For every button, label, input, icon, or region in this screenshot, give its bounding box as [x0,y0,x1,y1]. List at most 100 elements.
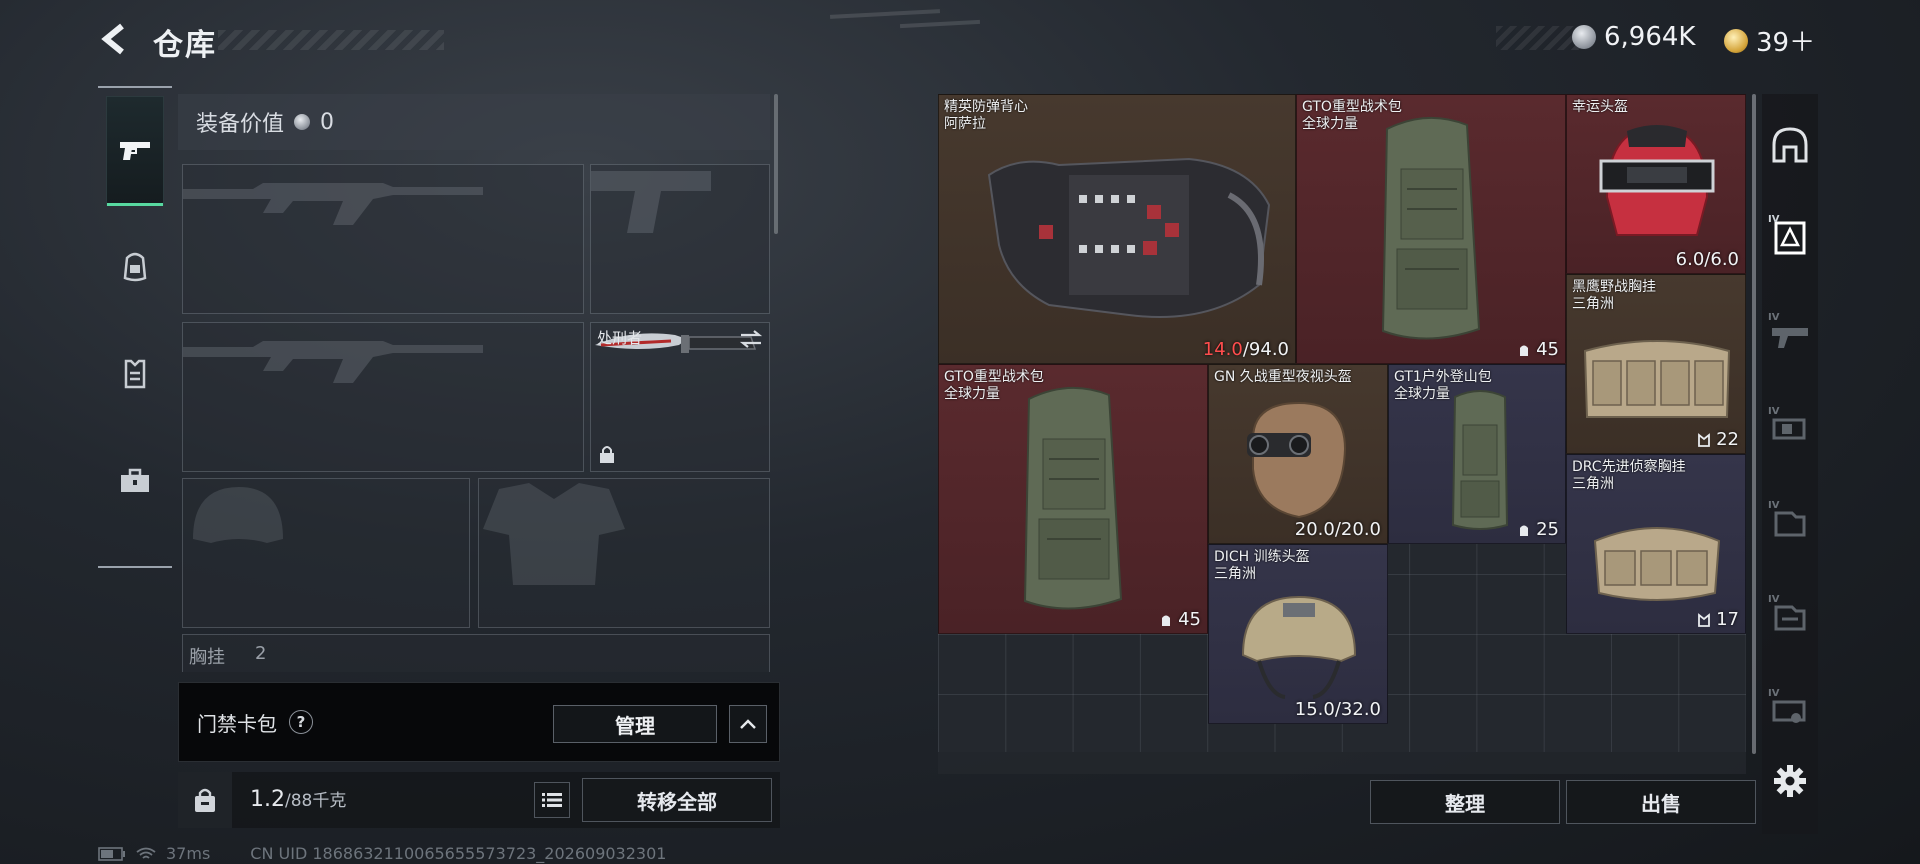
item-name-line1: GT1户外登山包 [1394,369,1492,385]
stash-item-night-vision-helmet[interactable]: GN 久战重型夜视头盔 20.0/20.0 [1208,364,1388,544]
item-durability: 15.0/32.0 [1294,699,1381,720]
stash-item-lucky-helmet[interactable]: 幸运头盔 6.0/6.0 [1566,94,1746,274]
melee-slot-label: 处刑者 [597,329,643,347]
gold-currency[interactable]: 39＋ [1724,22,1815,59]
weight-readout: 1.2/88千克 [250,786,346,812]
item-name-line1: GTO重型战术包 [1302,99,1402,115]
weight-max: /88千克 [285,791,347,811]
tab-attachment-filter[interactable]: IV [1762,394,1818,464]
gold-coin-icon [1724,28,1748,53]
helmet-icon [1599,125,1715,236]
helmet-slot[interactable] [182,478,470,628]
help-icon[interactable]: ? [289,710,313,734]
page-title: 仓库 [153,28,217,63]
tier-label: IV [1768,214,1780,225]
manage-button[interactable]: 管理 [553,705,717,743]
capacity-value: 22 [1716,429,1739,450]
item-name: DICH 训练头盔 三角洲 [1214,549,1310,583]
item-name: GTO重型战术包 全球力量 [1302,99,1402,133]
pistol-silhouette-icon [591,171,711,233]
chevron-up-icon [740,719,756,729]
capacity-icon [1520,525,1529,536]
body-armor-icon [987,157,1271,318]
item-name-line2: 全球力量 [1394,386,1450,402]
background-streak [899,19,981,29]
rifle-silhouette-icon [183,341,483,383]
helmet-icon [1241,595,1357,699]
tab-misc-filter[interactable]: IV [1762,676,1818,746]
stash-item-elite-vest[interactable]: 精英防弹背心 阿萨拉 14.0/94.0 [938,94,1296,364]
expand-collapse-button[interactable] [729,705,767,743]
list-view-button[interactable] [534,782,570,818]
tab-weapons[interactable] [106,96,164,206]
item-name-line1: 精英防弹背心 [944,99,1028,115]
tab-backpack[interactable] [108,230,162,304]
sort-button[interactable]: 整理 [1370,780,1560,824]
chest-rig-icon [1593,527,1721,601]
armor-vest-icon [124,359,146,389]
loadout-panel: 装备价值 0 处刑者 胸挂 2 [178,94,780,672]
stash-item-drc-rig[interactable]: DRC先进侦察胸挂 三角洲 17 [1566,454,1746,634]
ping-text: 37ms [166,844,211,863]
carry-weight-bar: 1.2/88千克 转移全部 [178,772,780,828]
settings-button[interactable] [1762,746,1818,816]
body-armor-slot[interactable] [478,478,770,628]
rig-capacity-icon [1698,432,1710,447]
stash-grid: 精英防弹背心 阿萨拉 14.0/94.0 GTO重型战术包 全球力量 45 幸运… [938,94,1746,752]
status-row: 37ms CN UID 1868632110065655573723_20260… [98,844,666,863]
rail-divider [98,86,172,88]
sell-button[interactable]: 出售 [1566,780,1756,824]
item-name: 黑鹰野战胸挂 三角洲 [1572,279,1656,313]
tier-label: IV [1768,688,1780,699]
chest-rig-count: 2 [255,643,267,664]
equipment-value: 0 [320,109,335,135]
stash-item-gto-pack[interactable]: GTO重型战术包 全球力量 45 [938,364,1208,634]
left-category-rail [98,86,172,571]
stash-item-black-eagle-rig[interactable]: 黑鹰野战胸挂 三角洲 22 [1566,274,1746,454]
attachment-filter-icon [1772,418,1806,440]
swap-arrows-icon[interactable] [739,329,763,349]
battery-icon [98,846,125,861]
durability-max: /94.0 [1242,339,1289,360]
stash-item-gto-pack[interactable]: GTO重型战术包 全球力量 45 [1296,94,1566,364]
tab-armor[interactable] [108,336,162,410]
stash-item-gt1-pack[interactable]: GT1户外登山包 全球力量 25 [1388,364,1566,544]
item-name: GTO重型战术包 全球力量 [944,369,1044,403]
back-button[interactable] [98,22,132,56]
weight-bag-icon [195,788,215,812]
stash-scrollbar[interactable] [1752,94,1756,754]
silver-coin-icon [1572,25,1596,49]
pistol-slot[interactable] [590,164,770,314]
weight-lock-box[interactable] [178,772,232,828]
item-capacity: 45 [1159,609,1201,630]
tab-armor-filter[interactable]: IV [1762,202,1818,272]
primary-weapon-slot[interactable] [182,164,584,314]
all-items-icon [1772,127,1808,163]
list-icon [542,793,562,807]
tab-weapon-filter[interactable]: IV [1762,300,1818,370]
stash-item-dich-helmet[interactable]: DICH 训练头盔 三角洲 15.0/32.0 [1208,544,1388,724]
item-name: GT1户外登山包 全球力量 [1394,369,1492,403]
tab-consumable-filter[interactable]: IV [1762,582,1818,652]
item-name-line1: 黑鹰野战胸挂 [1572,279,1656,295]
back-arrow-icon [101,23,124,55]
silver-currency: 6,964K [1572,22,1695,52]
backpack-icon [1381,116,1481,340]
transfer-all-button[interactable]: 转移全部 [582,778,772,822]
tab-all-items[interactable] [1762,110,1818,180]
melee-slot[interactable]: 处刑者 [590,322,770,472]
item-name-line2: 三角洲 [1572,476,1614,492]
loadout-scrollbar[interactable] [774,94,778,234]
chest-rig-slot[interactable]: 胸挂 2 [182,634,770,672]
tab-ammo-filter[interactable]: IV [1762,488,1818,558]
settings-gear-icon [1774,765,1806,797]
access-card-bag-label: 门禁卡包 [197,711,277,736]
secondary-weapon-slot[interactable] [182,322,584,472]
toolbox-icon [121,468,149,492]
vest-silhouette-icon [483,483,625,585]
rifle-silhouette-icon [183,183,483,225]
item-name-line2: 全球力量 [944,386,1000,402]
capacity-value: 17 [1716,609,1739,630]
tab-equipment[interactable] [108,444,162,518]
ammo-filter-icon [1774,511,1806,537]
